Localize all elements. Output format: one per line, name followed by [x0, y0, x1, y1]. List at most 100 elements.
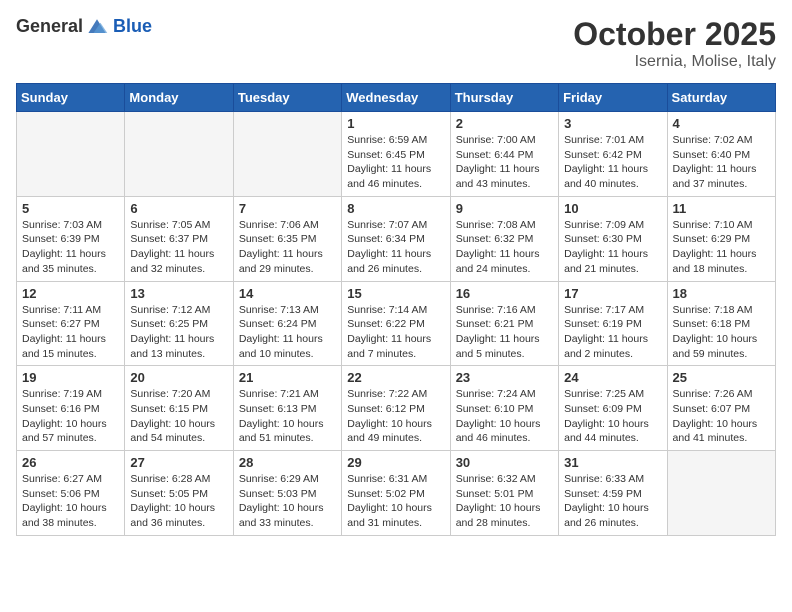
calendar-week-4: 19 Sunrise: 7:19 AMSunset: 6:16 PMDayligh…: [17, 366, 776, 451]
day-info: Sunrise: 7:01 AMSunset: 6:42 PMDaylight:…: [564, 133, 661, 192]
day-info: Sunrise: 7:08 AMSunset: 6:32 PMDaylight:…: [456, 218, 553, 277]
day-info: Sunrise: 7:16 AMSunset: 6:21 PMDaylight:…: [456, 303, 553, 362]
calendar-cell: 2Sunrise: 7:00 AMSunset: 6:44 PMDaylight…: [450, 112, 558, 197]
header-wednesday: Wednesday: [342, 84, 450, 112]
day-number: 17: [564, 286, 661, 301]
day-info: Sunrise: 7:05 AMSunset: 6:37 PMDaylight:…: [130, 218, 227, 277]
calendar-title: October 2025: [573, 16, 776, 53]
logo-icon: [85, 17, 109, 37]
day-info: Sunrise: 7:12 AMSunset: 6:25 PMDaylight:…: [130, 303, 227, 362]
calendar-cell: 5 Sunrise: 7:03 AMSunset: 6:39 PMDaylight…: [17, 196, 125, 281]
day-info: Sunrise: 6:33 AMSunset: 4:59 PMDaylight:…: [564, 472, 661, 531]
calendar-cell: 8 Sunrise: 7:07 AMSunset: 6:34 PMDaylight…: [342, 196, 450, 281]
day-number: 3: [564, 116, 661, 131]
day-number: 16: [456, 286, 553, 301]
day-info: Sunrise: 7:20 AMSunset: 6:15 PMDaylight:…: [130, 387, 227, 446]
day-info: Sunrise: 6:28 AMSunset: 5:05 PMDaylight:…: [130, 472, 227, 531]
day-info: Sunrise: 6:27 AMSunset: 5:06 PMDaylight:…: [22, 472, 119, 531]
calendar-cell: 25 Sunrise: 7:26 AMSunset: 6:07 PMDayligh…: [667, 366, 775, 451]
day-info: Sunrise: 7:02 AMSunset: 6:40 PMDaylight:…: [673, 133, 770, 192]
calendar-cell: 14 Sunrise: 7:13 AMSunset: 6:24 PMDayligh…: [233, 281, 341, 366]
day-number: 21: [239, 370, 336, 385]
calendar-header-row: SundayMondayTuesdayWednesdayThursdayFrid…: [17, 84, 776, 112]
day-info: Sunrise: 6:29 AMSunset: 5:03 PMDaylight:…: [239, 472, 336, 531]
day-number: 5: [22, 201, 119, 216]
calendar-table: SundayMondayTuesdayWednesdayThursdayFrid…: [16, 83, 776, 536]
calendar-cell: 11 Sunrise: 7:10 AMSunset: 6:29 PMDayligh…: [667, 196, 775, 281]
day-number: 7: [239, 201, 336, 216]
day-info: Sunrise: 7:03 AMSunset: 6:39 PMDaylight:…: [22, 218, 119, 277]
day-info: Sunrise: 7:13 AMSunset: 6:24 PMDaylight:…: [239, 303, 336, 362]
header-thursday: Thursday: [450, 84, 558, 112]
day-number: 18: [673, 286, 770, 301]
calendar-cell: 21 Sunrise: 7:21 AMSunset: 6:13 PMDayligh…: [233, 366, 341, 451]
title-section: October 2025 Isernia, Molise, Italy: [573, 16, 776, 71]
calendar-subtitle: Isernia, Molise, Italy: [573, 53, 776, 71]
calendar-cell: 10 Sunrise: 7:09 AMSunset: 6:30 PMDayligh…: [559, 196, 667, 281]
header-sunday: Sunday: [17, 84, 125, 112]
day-info: Sunrise: 7:11 AMSunset: 6:27 PMDaylight:…: [22, 303, 119, 362]
day-number: 24: [564, 370, 661, 385]
day-info: Sunrise: 7:22 AMSunset: 6:12 PMDaylight:…: [347, 387, 444, 446]
day-number: 20: [130, 370, 227, 385]
calendar-cell: 23 Sunrise: 7:24 AMSunset: 6:10 PMDayligh…: [450, 366, 558, 451]
calendar-week-5: 26 Sunrise: 6:27 AMSunset: 5:06 PMDayligh…: [17, 451, 776, 536]
calendar-cell: 18 Sunrise: 7:18 AMSunset: 6:18 PMDayligh…: [667, 281, 775, 366]
day-number: 10: [564, 201, 661, 216]
day-number: 2: [456, 116, 553, 131]
calendar-cell: [233, 112, 341, 197]
calendar-cell: 15Sunrise: 7:14 AMSunset: 6:22 PMDayligh…: [342, 281, 450, 366]
calendar-cell: 9Sunrise: 7:08 AMSunset: 6:32 PMDaylight…: [450, 196, 558, 281]
header-saturday: Saturday: [667, 84, 775, 112]
calendar-cell: 24 Sunrise: 7:25 AMSunset: 6:09 PMDayligh…: [559, 366, 667, 451]
day-number: 26: [22, 455, 119, 470]
day-info: Sunrise: 7:14 AMSunset: 6:22 PMDaylight:…: [347, 303, 444, 362]
day-info: Sunrise: 7:10 AMSunset: 6:29 PMDaylight:…: [673, 218, 770, 277]
day-info: Sunrise: 7:19 AMSunset: 6:16 PMDaylight:…: [22, 387, 119, 446]
day-info: Sunrise: 7:07 AMSunset: 6:34 PMDaylight:…: [347, 218, 444, 277]
calendar-cell: 29 Sunrise: 6:31 AMSunset: 5:02 PMDayligh…: [342, 451, 450, 536]
calendar-cell: 27 Sunrise: 6:28 AMSunset: 5:05 PMDayligh…: [125, 451, 233, 536]
day-info: Sunrise: 7:21 AMSunset: 6:13 PMDaylight:…: [239, 387, 336, 446]
calendar-cell: 17 Sunrise: 7:17 AMSunset: 6:19 PMDayligh…: [559, 281, 667, 366]
page-header: General Blue October 2025 Isernia, Molis…: [16, 16, 776, 71]
day-info: Sunrise: 7:17 AMSunset: 6:19 PMDaylight:…: [564, 303, 661, 362]
day-number: 22: [347, 370, 444, 385]
calendar-week-1: 1Sunrise: 6:59 AMSunset: 6:45 PMDaylight…: [17, 112, 776, 197]
day-number: 25: [673, 370, 770, 385]
day-number: 30: [456, 455, 553, 470]
calendar-cell: 22 Sunrise: 7:22 AMSunset: 6:12 PMDayligh…: [342, 366, 450, 451]
logo: General Blue: [16, 16, 152, 37]
calendar-cell: 20 Sunrise: 7:20 AMSunset: 6:15 PMDayligh…: [125, 366, 233, 451]
calendar-cell: 26 Sunrise: 6:27 AMSunset: 5:06 PMDayligh…: [17, 451, 125, 536]
calendar-week-2: 5 Sunrise: 7:03 AMSunset: 6:39 PMDaylight…: [17, 196, 776, 281]
calendar-cell: [17, 112, 125, 197]
day-info: Sunrise: 7:06 AMSunset: 6:35 PMDaylight:…: [239, 218, 336, 277]
header-monday: Monday: [125, 84, 233, 112]
calendar-cell: 3 Sunrise: 7:01 AMSunset: 6:42 PMDaylight…: [559, 112, 667, 197]
calendar-cell: 1Sunrise: 6:59 AMSunset: 6:45 PMDaylight…: [342, 112, 450, 197]
calendar-week-3: 12Sunrise: 7:11 AMSunset: 6:27 PMDayligh…: [17, 281, 776, 366]
calendar-cell: 6Sunrise: 7:05 AMSunset: 6:37 PMDaylight…: [125, 196, 233, 281]
day-info: Sunrise: 6:31 AMSunset: 5:02 PMDaylight:…: [347, 472, 444, 531]
calendar-cell: 30 Sunrise: 6:32 AMSunset: 5:01 PMDayligh…: [450, 451, 558, 536]
day-number: 13: [130, 286, 227, 301]
day-number: 8: [347, 201, 444, 216]
header-friday: Friday: [559, 84, 667, 112]
day-number: 4: [673, 116, 770, 131]
day-info: Sunrise: 7:18 AMSunset: 6:18 PMDaylight:…: [673, 303, 770, 362]
day-info: Sunrise: 7:26 AMSunset: 6:07 PMDaylight:…: [673, 387, 770, 446]
calendar-cell: 31Sunrise: 6:33 AMSunset: 4:59 PMDayligh…: [559, 451, 667, 536]
day-number: 19: [22, 370, 119, 385]
day-info: Sunrise: 6:32 AMSunset: 5:01 PMDaylight:…: [456, 472, 553, 531]
day-number: 23: [456, 370, 553, 385]
day-number: 29: [347, 455, 444, 470]
day-info: Sunrise: 7:24 AMSunset: 6:10 PMDaylight:…: [456, 387, 553, 446]
day-info: Sunrise: 7:25 AMSunset: 6:09 PMDaylight:…: [564, 387, 661, 446]
calendar-cell: [125, 112, 233, 197]
day-number: 11: [673, 201, 770, 216]
calendar-cell: 7 Sunrise: 7:06 AMSunset: 6:35 PMDaylight…: [233, 196, 341, 281]
day-info: Sunrise: 7:09 AMSunset: 6:30 PMDaylight:…: [564, 218, 661, 277]
day-number: 27: [130, 455, 227, 470]
day-number: 14: [239, 286, 336, 301]
